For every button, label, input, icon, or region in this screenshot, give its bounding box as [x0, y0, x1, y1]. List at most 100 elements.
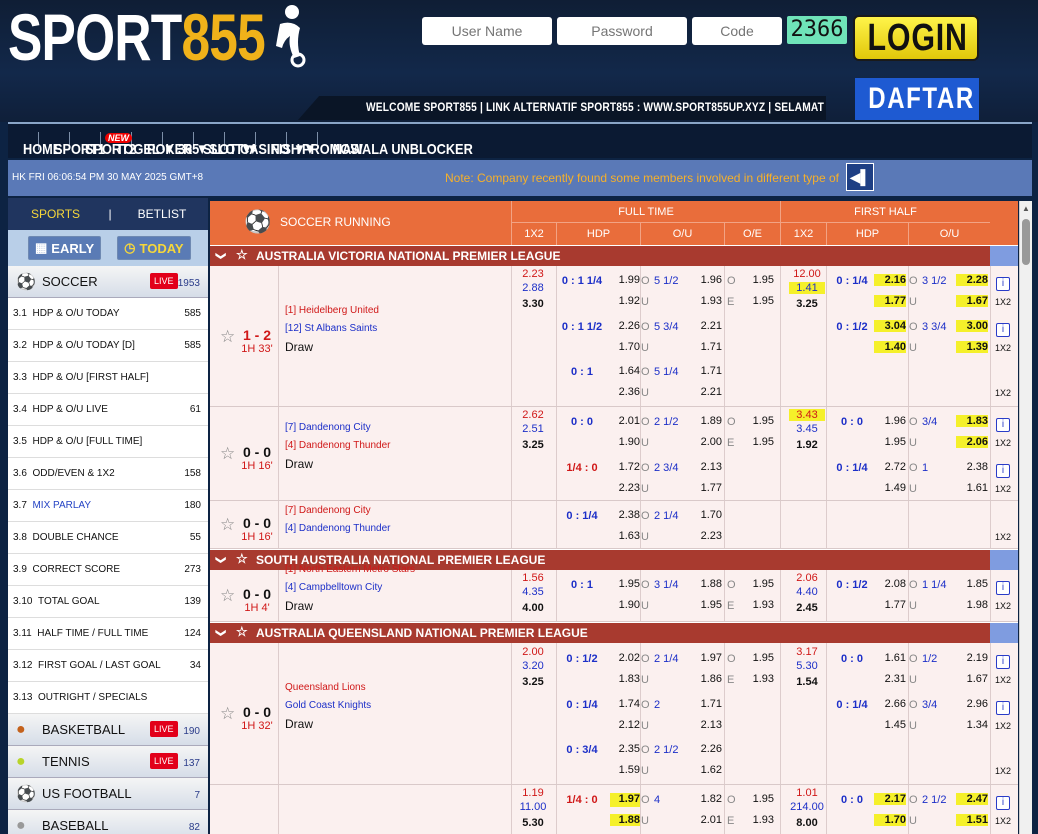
- odd-value[interactable]: 1.95: [744, 652, 774, 664]
- odd-value[interactable]: 1.95: [874, 436, 906, 448]
- odd-value[interactable]: 1.34: [956, 719, 988, 731]
- password-input[interactable]: [557, 17, 687, 45]
- ft-draw-odd[interactable]: 3.30: [515, 298, 551, 310]
- fh-away-odd[interactable]: 3.45: [789, 423, 825, 435]
- fh-draw-odd[interactable]: 8.00: [789, 817, 825, 829]
- ft-away-odd[interactable]: 3.20: [515, 660, 551, 672]
- odd-value[interactable]: 1.49: [874, 482, 906, 494]
- collapse-panel-icon[interactable]: ◀▌: [846, 163, 874, 191]
- odd-value[interactable]: 1.74: [610, 698, 640, 712]
- info-icon[interactable]: i: [996, 277, 1010, 291]
- away-team[interactable]: Gold Coast Knights: [285, 700, 371, 711]
- odd-value[interactable]: 2.23: [692, 530, 722, 542]
- odd-value[interactable]: 1.71: [692, 698, 722, 710]
- odd-value[interactable]: 1.61: [874, 652, 906, 664]
- chevron-down-icon[interactable]: ❯: [210, 556, 230, 564]
- odd-value[interactable]: 1.93: [744, 599, 774, 611]
- odd-value[interactable]: 2.47: [956, 793, 988, 805]
- odd-value[interactable]: 2.28: [956, 274, 988, 286]
- odd-value[interactable]: 1.90: [610, 436, 640, 448]
- info-icon[interactable]: i: [996, 581, 1010, 595]
- fh-away-odd[interactable]: 4.40: [789, 586, 825, 598]
- home-team[interactable]: Queensland Lions: [285, 682, 366, 693]
- odd-value[interactable]: 1.86: [692, 673, 722, 685]
- odd-value[interactable]: 1.83: [956, 415, 988, 427]
- odd-value[interactable]: 1.72: [610, 461, 640, 475]
- login-button[interactable]: LOGIN: [853, 15, 979, 61]
- odd-value[interactable]: 2.16: [874, 274, 906, 286]
- odd-value[interactable]: 1.95: [610, 578, 640, 592]
- info-icon[interactable]: i: [996, 796, 1010, 810]
- fh-home-odd[interactable]: 12.00: [789, 268, 825, 280]
- odd-value[interactable]: 1.71: [692, 365, 722, 377]
- username-input[interactable]: [422, 17, 552, 45]
- away-team[interactable]: [4] Dandenong Thunder: [285, 440, 390, 451]
- info-icon[interactable]: i: [996, 323, 1010, 337]
- chevron-down-icon[interactable]: ❯: [210, 252, 230, 260]
- odd-value[interactable]: 2.19: [956, 652, 988, 664]
- code-input[interactable]: [692, 17, 782, 45]
- odd-value[interactable]: 2.06: [956, 436, 988, 448]
- odd-value[interactable]: 1.82: [692, 793, 722, 805]
- odd-value[interactable]: 1.90: [610, 599, 640, 611]
- odd-value[interactable]: 1.95: [744, 436, 774, 448]
- soccer-subitem[interactable]: 3.9 CORRECT SCORE 273: [8, 554, 208, 586]
- soccer-subitem[interactable]: 3.7 MIX PARLAY 180: [8, 490, 208, 522]
- info-icon[interactable]: i: [996, 464, 1010, 478]
- fh-away-odd[interactable]: 214.00: [789, 801, 825, 813]
- odd-value[interactable]: 1.45: [874, 719, 906, 731]
- fh-away-odd[interactable]: 5.30: [789, 660, 825, 672]
- odd-value[interactable]: 2.01: [692, 814, 722, 826]
- fh-home-odd[interactable]: 3.43: [789, 409, 825, 421]
- fh-draw-odd[interactable]: 2.45: [789, 602, 825, 614]
- odd-value[interactable]: 1.70: [610, 341, 640, 353]
- odd-value[interactable]: 1.95: [744, 295, 774, 307]
- home-team[interactable]: [7] Dandenong City: [285, 505, 371, 516]
- odd-value[interactable]: 2.00: [692, 436, 722, 448]
- odd-value[interactable]: 1.77: [874, 295, 906, 307]
- today-button[interactable]: ◷ TODAY: [117, 236, 191, 260]
- odd-value[interactable]: 3.04: [874, 320, 906, 332]
- info-icon[interactable]: i: [996, 655, 1010, 669]
- ft-draw-odd[interactable]: 5.30: [515, 817, 551, 829]
- live-badge[interactable]: LIVE: [150, 753, 178, 769]
- fh-draw-odd[interactable]: 3.25: [789, 298, 825, 310]
- fh-home-odd[interactable]: 3.17: [789, 646, 825, 658]
- register-button[interactable]: DAFTAR: [855, 78, 979, 120]
- odd-value[interactable]: 2.31: [874, 673, 906, 685]
- odd-value[interactable]: 2.38: [610, 509, 640, 523]
- odd-value[interactable]: 2.35: [610, 743, 640, 757]
- odd-value[interactable]: 1.96: [874, 415, 906, 427]
- home-team[interactable]: [1] Heidelberg United: [285, 305, 379, 316]
- star-icon[interactable]: ☆: [236, 622, 248, 642]
- odd-value[interactable]: 1.85: [956, 578, 988, 590]
- odd-value[interactable]: 2.72: [874, 461, 906, 473]
- scroll-thumb[interactable]: [1022, 219, 1030, 265]
- ft-home-odd[interactable]: 1.19: [515, 787, 551, 799]
- site-logo[interactable]: SPORT855: [8, 2, 266, 72]
- odd-value[interactable]: 1.95: [744, 793, 774, 805]
- odd-value[interactable]: 2.13: [692, 719, 722, 731]
- odd-value[interactable]: 1.71: [692, 341, 722, 353]
- soccer-subitem[interactable]: 3.13 OUTRIGHT / SPECIALS: [8, 682, 208, 714]
- soccer-subitem[interactable]: 3.3 HDP & O/U [FIRST HALF]: [8, 362, 208, 394]
- away-team[interactable]: [12] St Albans Saints: [285, 323, 377, 334]
- ft-home-odd[interactable]: 2.00: [515, 646, 551, 658]
- league-header[interactable]: ❯ ☆ AUSTRALIA QUEENSLAND NATIONAL PREMIER …: [210, 623, 1018, 643]
- odd-value[interactable]: 1.64: [610, 365, 640, 379]
- live-badge[interactable]: LIVE: [150, 273, 178, 289]
- ft-draw-odd[interactable]: 3.25: [515, 439, 551, 451]
- odd-value[interactable]: 1.59: [610, 764, 640, 776]
- soccer-subitem[interactable]: 3.11 HALF TIME / FULL TIME 124: [8, 618, 208, 650]
- odd-value[interactable]: 2.26: [610, 320, 640, 334]
- odd-value[interactable]: 2.36: [610, 386, 640, 398]
- away-team[interactable]: [4] Dandenong Thunder: [285, 523, 390, 534]
- league-header[interactable]: ❯ ☆ AUSTRALIA VICTORIA NATIONAL PREMIER LE…: [210, 246, 1018, 266]
- odd-value[interactable]: 2.66: [874, 698, 906, 710]
- odd-value[interactable]: 1.93: [744, 814, 774, 826]
- fh-draw-odd[interactable]: 1.92: [789, 439, 825, 451]
- odd-value[interactable]: 2.23: [610, 482, 640, 494]
- ft-home-odd[interactable]: 2.62: [515, 409, 551, 421]
- odd-value[interactable]: 1.40: [874, 341, 906, 353]
- early-button[interactable]: ▦ EARLY: [28, 236, 102, 260]
